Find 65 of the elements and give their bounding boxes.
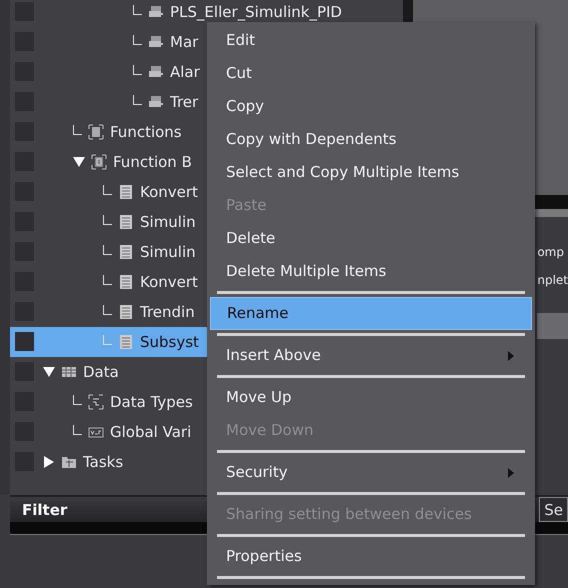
collapse-icon[interactable] [73, 156, 85, 168]
document-icon [118, 184, 134, 200]
tree-item-label: Subsyst [140, 332, 199, 353]
menu-item[interactable]: Move Up [210, 381, 532, 414]
tree-item-label: Konvert [140, 272, 198, 293]
tree-connector [103, 275, 112, 285]
document-icon [118, 334, 134, 350]
document-icon [118, 244, 134, 260]
filter-label: Filter [21, 500, 68, 521]
tree-item-label: Function B [113, 152, 192, 173]
tree-row[interactable]: PLS_Eller_Simulink_PID [10, 0, 404, 27]
menu-item[interactable]: Delete [210, 222, 532, 255]
function-icon [88, 124, 104, 140]
tab[interactable]: Se [539, 497, 568, 522]
tree-connector [133, 5, 142, 15]
menu-item[interactable]: Properties [210, 540, 532, 573]
checkbox[interactable] [15, 332, 34, 351]
tree-item-label: Mar [170, 32, 198, 53]
menu-item[interactable]: Edit [210, 24, 532, 57]
program-icon [148, 94, 164, 110]
tree-connector [73, 395, 82, 405]
data-types-icon [88, 394, 104, 410]
menu-item[interactable]: Delete Multiple Items [210, 255, 532, 288]
program-icon [148, 4, 164, 20]
program-icon [148, 34, 164, 50]
menu-item[interactable]: Copy [210, 90, 532, 123]
tree-connector [133, 35, 142, 45]
collapse-icon[interactable] [43, 366, 55, 378]
menu-item[interactable]: Select and Copy Multiple Items [210, 156, 532, 189]
menu-item[interactable]: Rename [210, 297, 532, 330]
tree-item-label: Trer [170, 92, 198, 113]
tree-connector [103, 215, 112, 225]
tree-item-label: Simulin [140, 212, 196, 233]
tree-item-label: Global Vari [110, 422, 192, 443]
table-icon [61, 364, 77, 380]
tree-connector [103, 305, 112, 315]
tree-item-label: Simulin [140, 242, 196, 263]
tree-connector [73, 425, 82, 435]
pane-text: nplet [537, 272, 568, 289]
header-bar [537, 313, 568, 339]
folder-icon [61, 454, 77, 470]
document-icon [118, 304, 134, 320]
tree-item-label: Data [83, 362, 119, 383]
document-icon [118, 274, 134, 290]
tree-connector [103, 245, 112, 255]
expand-icon[interactable] [43, 456, 55, 468]
tree-connector [133, 95, 142, 105]
function-block-icon [91, 154, 107, 170]
menu-item[interactable]: Copy with Dependents [210, 123, 532, 156]
document-icon [118, 214, 134, 230]
tree-connector [73, 125, 82, 135]
menu-item[interactable]: Security [210, 456, 532, 489]
tree-item-label: Konvert [140, 182, 198, 203]
tree-item-label: Trendin [140, 302, 195, 323]
menu-item[interactable]: Cut [210, 57, 532, 90]
program-icon [148, 64, 164, 80]
tree-item-label: Data Types [110, 392, 193, 413]
tree-connector [133, 65, 142, 75]
tree-connector [103, 185, 112, 195]
tree-item-label: PLS_Eller_Simulink_PID [170, 2, 342, 23]
tree-connector [103, 335, 112, 345]
tree-item-label: Tasks [83, 452, 124, 473]
tree-item-label: Functions [110, 122, 182, 143]
pane-text: omp [537, 244, 565, 261]
tree-item-label: Alar [170, 62, 200, 83]
